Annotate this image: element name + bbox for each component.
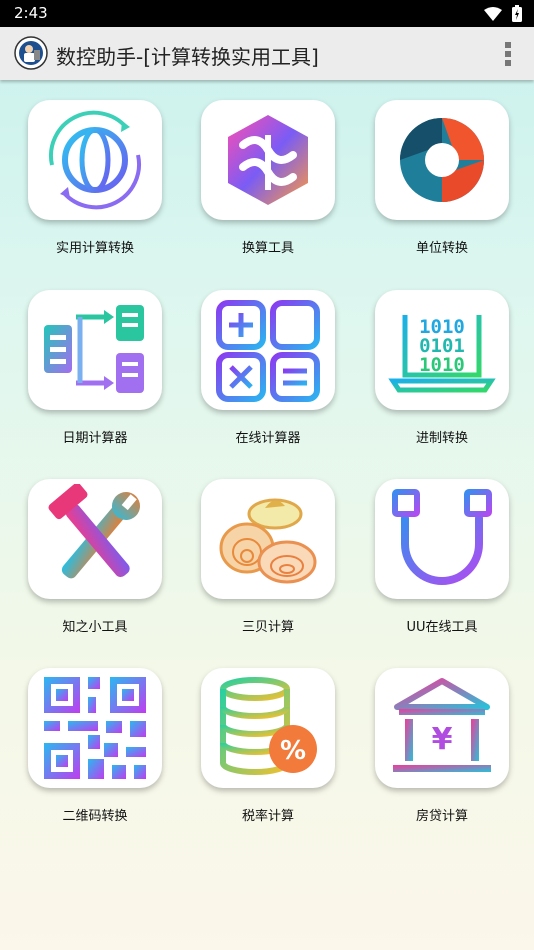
tool-label: 房贷计算 [415, 809, 468, 824]
svg-text:1010: 1010 [419, 354, 465, 376]
battery-icon [512, 5, 522, 22]
app-bar: 数控助手-[计算转换实用工具] [0, 27, 534, 80]
tool-label: 三贝计算 [241, 620, 294, 635]
globe-icon [49, 110, 141, 210]
tool-grid: 实用计算转换 换算工具 单位转换 日期计算器 在线计算器 1010 0101 1… [0, 80, 534, 950]
aperture-icon [400, 118, 484, 202]
tool-label: UU在线工具 [406, 620, 478, 635]
magnet-icon [392, 489, 492, 585]
ribbon-logo-icon [228, 115, 308, 205]
qr-code-icon [44, 677, 146, 779]
status-bar: 2:43 [0, 0, 534, 27]
wifi-icon [484, 6, 502, 21]
binary-laptop-icon: 1010 0101 1010 [388, 315, 496, 393]
tool-label: 税率计算 [241, 809, 294, 824]
calculator-icon [216, 300, 320, 402]
svg-text:¥: ¥ [432, 722, 453, 757]
flow-transfer-icon [44, 305, 144, 393]
coins-percent-icon: % [220, 677, 317, 775]
tool-label: 实用计算转换 [55, 241, 134, 256]
hammer-wrench-icon [48, 484, 140, 579]
tool-label: 二维码转换 [62, 809, 128, 824]
tool-label: 知之小工具 [62, 620, 128, 635]
tool-label: 单位转换 [415, 241, 468, 256]
tool-label: 换算工具 [241, 241, 294, 256]
tool-label: 在线计算器 [235, 431, 301, 446]
status-icons [484, 5, 522, 22]
svg-text:%: % [280, 736, 306, 766]
tool-label: 进制转换 [415, 431, 468, 446]
bank-yuan-icon: ¥ [393, 678, 491, 772]
page-title: 数控助手-[计算转换实用工具] [56, 45, 319, 69]
app-logo-icon [14, 36, 48, 70]
status-time: 2:43 [14, 4, 48, 22]
more-options-icon[interactable] [504, 41, 512, 67]
tool-label: 日期计算器 [62, 431, 128, 446]
shells-icon [219, 498, 317, 584]
